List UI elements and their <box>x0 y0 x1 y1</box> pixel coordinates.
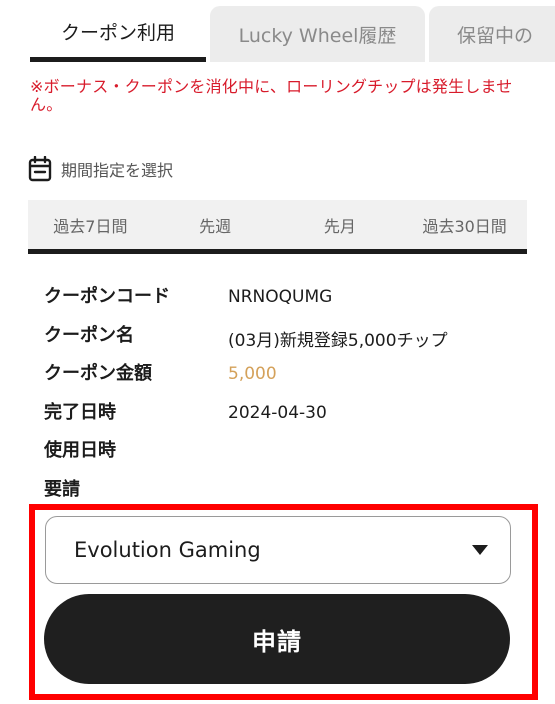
completed-date-label: 完了日時 <box>44 401 116 423</box>
completed-date-value: 2024-04-30 <box>228 402 327 423</box>
coupon-name-row: クーポン名 (03月)新規登録5,000チップ <box>44 321 524 360</box>
coupon-name-value: (03月)新規登録5,000チップ <box>228 330 448 351</box>
coupon-code-row: クーポンコード NRNOQUMG <box>44 282 524 321</box>
used-date-label: 使用日時 <box>44 440 116 461</box>
period-label: 期間指定を選択 <box>61 161 174 180</box>
coupon-name-label: クーポン名 <box>44 324 134 346</box>
completed-date-row: 完了日時 2024-04-30 <box>44 398 524 437</box>
range-last-month[interactable]: 先月 <box>278 200 403 249</box>
coupon-code-value: NRNOQUMG <box>228 287 333 307</box>
coupon-details: クーポンコード NRNOQUMG クーポン名 (03月)新規登録5,000チップ… <box>44 282 524 513</box>
coupon-page: クーポン利用 Lucky Wheel履歴 保留中の ※ボーナス・クーポンを消化中… <box>0 0 555 704</box>
coupon-amount-value: 5,000 <box>228 364 277 384</box>
range-last-30-days[interactable]: 過去30日間 <box>402 200 527 249</box>
calendar-icon <box>28 156 52 182</box>
period-picker[interactable]: 期間指定を選択 <box>28 156 173 182</box>
coupon-code-label: クーポンコード <box>44 286 170 307</box>
provider-select-value: Evolution Gaming <box>74 538 261 562</box>
provider-select[interactable]: Evolution Gaming <box>45 516 511 584</box>
date-range-bar: 過去7日間 先週 先月 過去30日間 <box>28 200 527 254</box>
range-last-7-days[interactable]: 過去7日間 <box>28 200 153 249</box>
range-last-week[interactable]: 先週 <box>153 200 278 249</box>
rolling-chip-notice: ※ボーナス・クーポンを消化中に、ローリングチップは発生しません。 <box>30 77 513 114</box>
request-label: 要請 <box>44 478 80 500</box>
tab-bar: クーポン利用 Lucky Wheel履歴 保留中の <box>0 6 555 64</box>
used-date-row: 使用日時 <box>44 436 524 475</box>
coupon-amount-row: クーポン金額 5,000 <box>44 359 524 398</box>
tab-coupon-use[interactable]: クーポン利用 <box>30 6 206 62</box>
apply-button[interactable]: 申請 <box>44 594 510 684</box>
dropdown-arrow-icon <box>472 545 488 555</box>
coupon-amount-label: クーポン金額 <box>44 363 152 384</box>
tab-lucky-wheel-history[interactable]: Lucky Wheel履歴 <box>210 6 425 62</box>
tab-pending[interactable]: 保留中の <box>429 6 555 62</box>
